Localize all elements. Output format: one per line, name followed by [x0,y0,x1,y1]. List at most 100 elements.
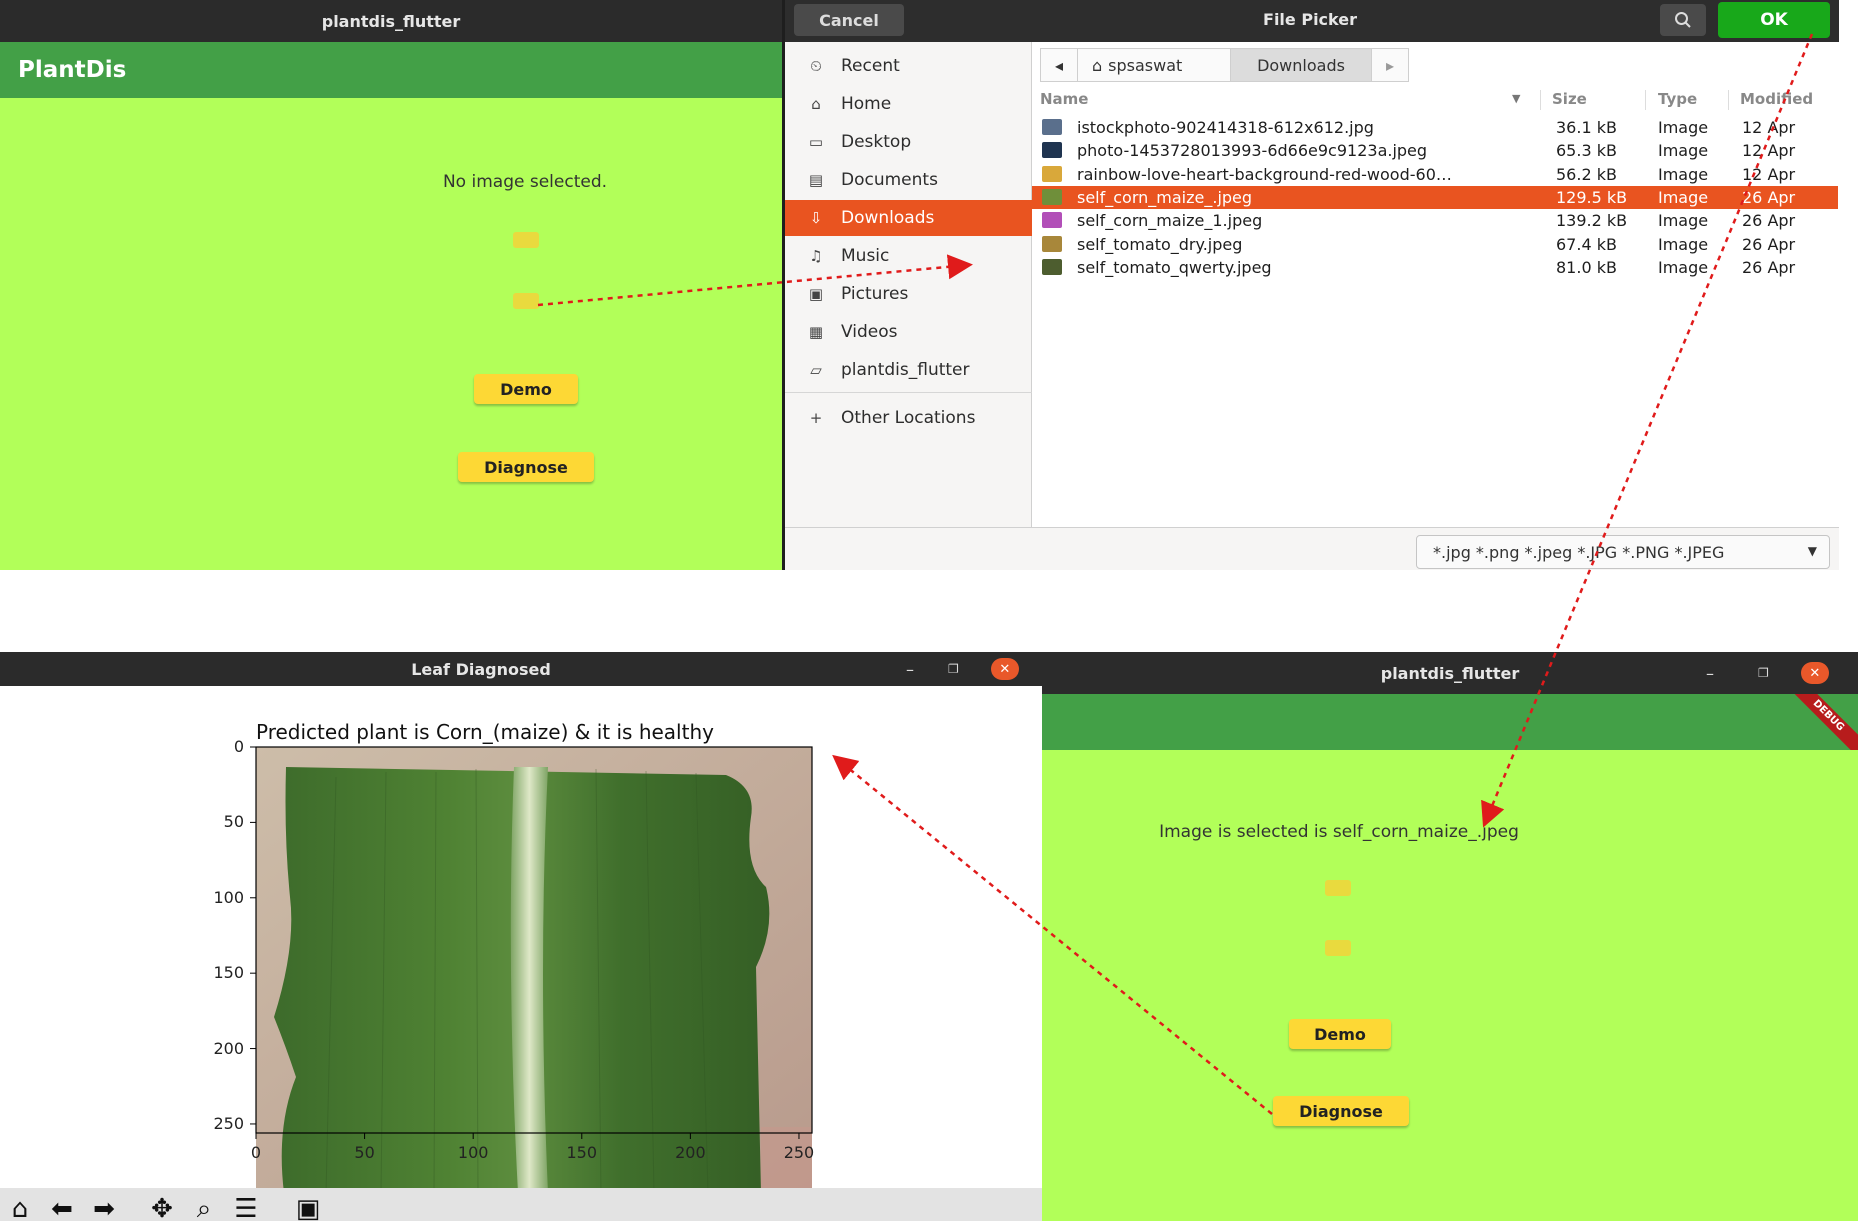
search-icon [1675,12,1691,28]
breadcrumb-forward[interactable]: ▸ [1371,48,1409,82]
sidebar-item-plantdis-flutter[interactable]: ▱ plantdis_flutter [785,352,1032,388]
plot-canvas: Predicted plant is Corn_(maize) & it is … [0,686,1042,1193]
zoom-icon[interactable]: ⌕ [188,1194,220,1224]
app2-appbar: DEBUG [1042,694,1858,750]
close-icon[interactable]: ✕ [990,658,1019,680]
close-icon[interactable]: ✕ [1800,662,1829,684]
image-thumbnail-icon [1042,188,1062,205]
app2-image-icon-1[interactable] [1325,880,1351,896]
minimize-icon[interactable]: – [1706,664,1714,683]
file-row[interactable]: self_tomato_dry.jpeg 67.4 kB Image 26 Apr [1032,233,1838,256]
file-row[interactable]: self_corn_maize_1.jpeg 139.2 kB Image 26 Ap… [1032,209,1838,232]
y-tick-label: 0 [233,737,244,756]
file-type: Image [1658,211,1709,231]
sidebar-item-label: Recent [841,56,900,76]
file-row[interactable]: self_corn_maize_.jpeg 129.5 kB Image 26 Apr [1032,185,1838,209]
home-icon: ⌂ [1092,55,1103,75]
sidebar-item-desktop[interactable]: ▭ Desktop [785,124,1032,160]
image-thumbnail-icon [1042,165,1062,182]
file-row[interactable]: photo-1453728013993-6d66e9c9123a.jpeg 65.… [1032,139,1838,162]
file-type: Image [1658,164,1709,184]
desktop-icon: ▭ [808,133,824,151]
file-size: 65.3 kB [1556,141,1617,161]
cancel-button[interactable]: Cancel [794,4,904,36]
image-thumbnail-icon [1042,142,1062,159]
app2-status-text: Image is selected is self_corn_maize_.jp… [1159,822,1519,842]
debug-banner-label: DEBUG [1810,697,1847,734]
app1-image-icon-1[interactable] [513,232,539,248]
sidebar-item-recent[interactable]: ⏲ Recent [785,48,1032,84]
column-header-name[interactable]: Name [1040,90,1088,108]
image-thumbnail-icon [1042,119,1062,135]
documents-icon: ▤ [808,171,824,189]
videos-icon: ▦ [808,323,824,341]
ok-button[interactable]: OK [1718,2,1830,38]
forward-arrow-icon[interactable]: ➡ [88,1194,120,1224]
breadcrumb-home[interactable]: ⌂ spsaswat [1077,48,1231,82]
plot-titlebar: Leaf Diagnosed [0,652,1042,686]
y-tick-label: 250 [213,1113,244,1133]
app1-window-title: plantdis_flutter [321,11,461,31]
file-name: rainbow-love-heart-background-red-wood-6… [1077,164,1452,184]
file-type: Image [1658,118,1709,137]
column-divider [1728,90,1729,110]
file-size: 36.1 kB [1556,118,1617,137]
column-header-size[interactable]: Size [1552,90,1587,108]
app1-gallery-icon[interactable] [513,293,539,309]
download-icon: ⇩ [809,209,823,227]
file-row[interactable]: rainbow-love-heart-background-red-wood-6… [1032,163,1838,186]
x-tick-label: 200 [675,1143,706,1162]
sidebar-item-documents[interactable]: ▤ Documents [785,162,1032,198]
configure-icon[interactable]: ☰ [230,1194,262,1224]
image-thumbnail-icon [1042,235,1062,252]
sidebar-item-label: Home [841,94,892,114]
app2-diagnose-button[interactable]: Diagnose [1273,1096,1409,1126]
file-type-filter[interactable]: *.jpg *.png *.jpeg *.JPG *.PNG *.JPEG ▼ [1416,535,1830,569]
app2-demo-button[interactable]: Demo [1289,1019,1391,1049]
breadcrumb-current[interactable]: Downloads [1230,48,1372,82]
breadcrumb-back[interactable]: ◂ [1040,48,1078,82]
sidebar-item-pictures[interactable]: ▣ Pictures [785,276,1032,312]
x-tick-label: 50 [354,1143,375,1162]
maximize-icon[interactable]: ❐ [948,662,959,676]
file-type: Image [1658,234,1709,254]
y-tick-label: 100 [213,887,244,907]
x-tick-label: 150 [566,1143,598,1162]
sidebar-item-downloads[interactable]: ⇩ Downloads [785,200,1032,236]
sidebar-item-other-locations[interactable]: + Other Locations [785,400,1032,436]
file-list-area [1032,42,1839,527]
minimize-icon[interactable]: – [906,660,914,679]
file-name: self_tomato_dry.jpeg [1077,234,1243,254]
sidebar-item-home[interactable]: ⌂ Home [785,86,1032,122]
file-type-filter-label: *.jpg *.png *.jpeg *.JPG *.PNG *.JPEG [1433,542,1725,562]
y-tick-label: 200 [213,1038,244,1058]
sidebar-item-label: Downloads [841,208,935,228]
app1-demo-button[interactable]: Demo [474,374,578,404]
dropdown-icon: ▼ [1807,544,1817,558]
file-row[interactable]: istockphoto-902414318-612x612.jpg 36.1 kB… [1032,116,1838,139]
file-type: Image [1658,141,1709,161]
save-icon[interactable]: ▣ [292,1194,324,1224]
file-type: Image [1658,257,1709,277]
column-header-modified[interactable]: Modified [1740,90,1813,108]
axes-frame [255,746,813,1134]
pictures-icon: ▣ [808,285,824,303]
file-name: self_corn_maize_1.jpeg [1077,211,1263,231]
sidebar-item-music[interactable]: ♫ Music [785,238,1032,274]
file-size: 67.4 kB [1556,234,1617,254]
column-divider [1645,90,1646,110]
sidebar-item-label: Music [841,246,890,266]
app2-window-controls: – ❐ ✕ [1706,652,1829,694]
home-icon[interactable]: ⌂ [4,1194,36,1224]
sidebar-item-videos[interactable]: ▦ Videos [785,314,1032,350]
back-arrow-icon[interactable]: ⬅ [46,1194,78,1224]
app2-gallery-icon[interactable] [1325,940,1351,956]
file-row[interactable]: self_tomato_qwerty.jpeg 81.0 kB Image 26 Ap… [1032,256,1838,279]
y-tick-label: 150 [213,963,244,983]
pan-icon[interactable]: ✥ [146,1194,178,1224]
maximize-icon[interactable]: ❐ [1758,666,1769,680]
column-header-type[interactable]: Type [1658,90,1697,108]
search-button[interactable] [1660,4,1706,36]
app1-diagnose-button[interactable]: Diagnose [458,452,594,482]
file-size: 129.5 kB [1556,187,1628,207]
